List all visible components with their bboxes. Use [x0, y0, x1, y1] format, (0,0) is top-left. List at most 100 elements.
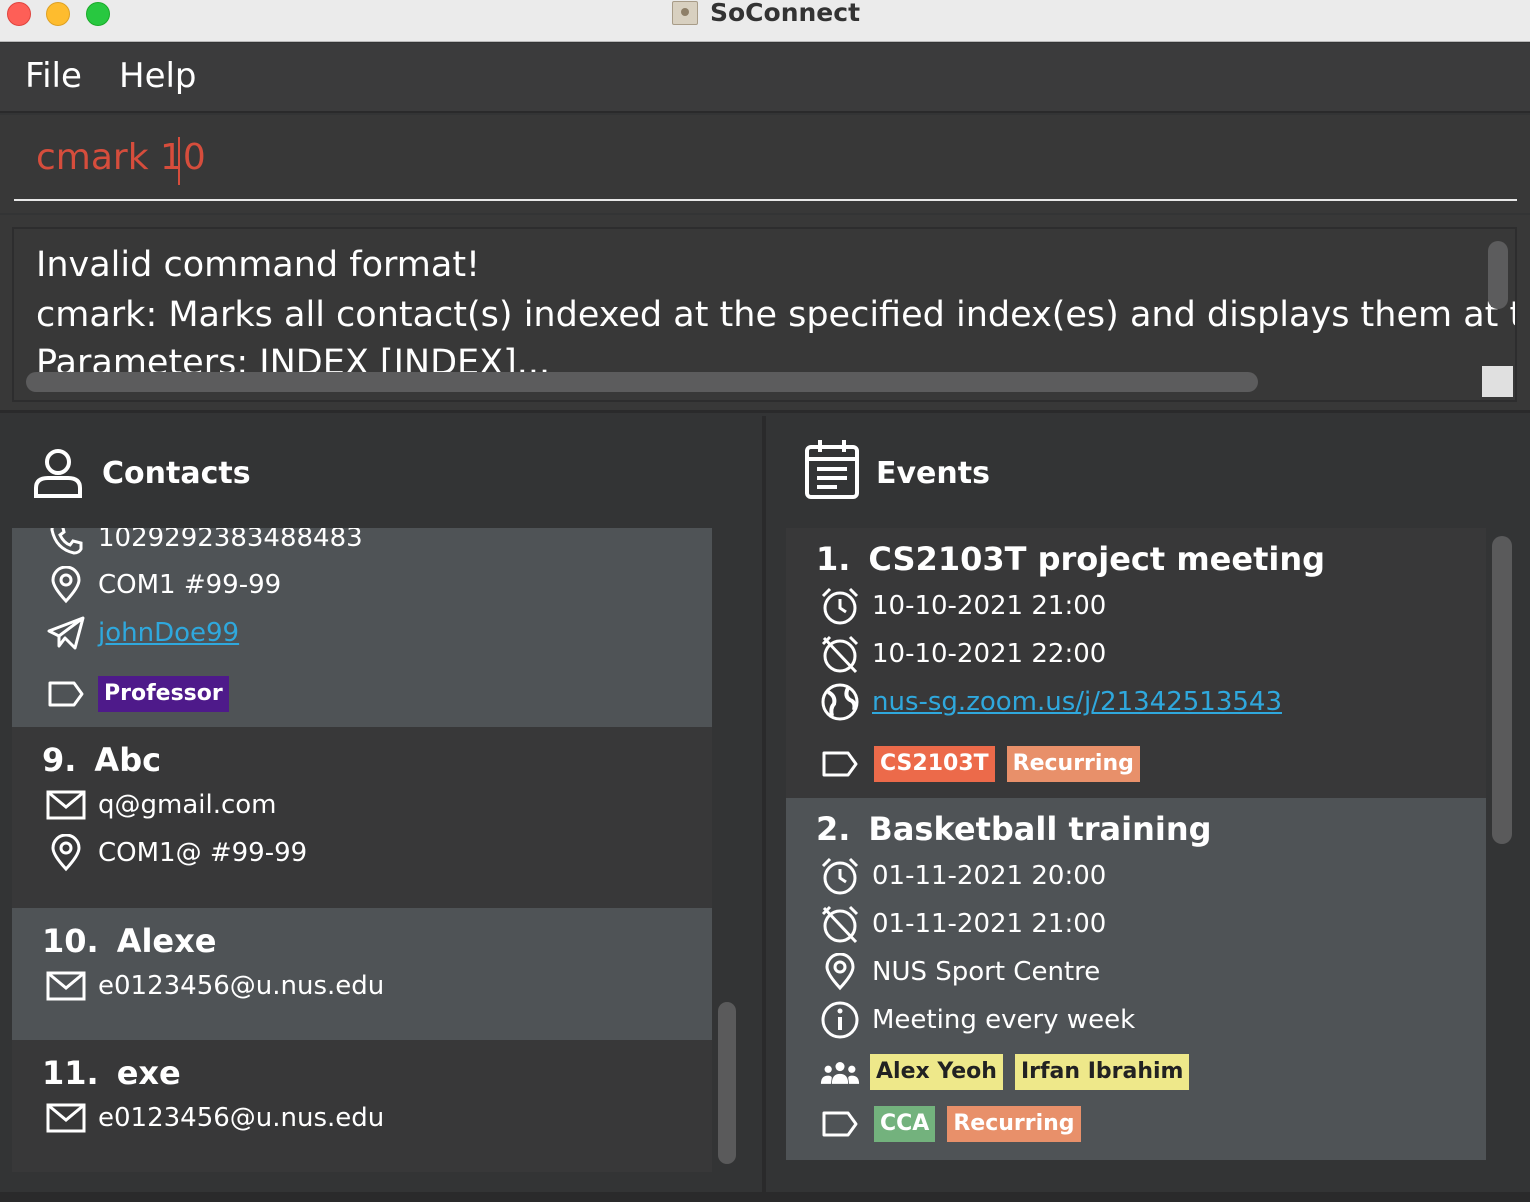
- window-title: SoConnect: [710, 0, 861, 27]
- command-box: [0, 115, 1530, 213]
- tag-recurring: Recurring: [947, 1106, 1081, 1142]
- event-start-time: 01-11-2021 20:00: [872, 861, 1107, 891]
- contact-name: Abc: [94, 741, 162, 779]
- phone-icon: [46, 528, 86, 558]
- events-title: Events: [876, 456, 990, 491]
- tag-cs2103t: CS2103T: [874, 746, 995, 782]
- contact-phone: 1029292383488483: [98, 528, 363, 553]
- contact-index: 10.: [42, 922, 99, 960]
- app-icon: [672, 1, 698, 25]
- calendar-icon: [804, 438, 860, 504]
- email-field: q@gmail.com: [46, 783, 277, 827]
- menu-help[interactable]: Help: [119, 56, 197, 96]
- tag-icon: [820, 1104, 860, 1144]
- event-index: 2.: [816, 810, 851, 848]
- globe-icon: [820, 682, 860, 722]
- event-end-time: 01-11-2021 21:00: [872, 909, 1107, 939]
- alarm-clock-icon: [820, 586, 860, 626]
- event-list-scrollbar[interactable]: [1492, 536, 1512, 844]
- event-participants-field: Alex Yeoh Irfan Ibrahim: [820, 1050, 1190, 1094]
- phone-field: 1029292383488483: [46, 528, 363, 560]
- zoom-window-button[interactable]: [86, 2, 110, 26]
- close-window-button[interactable]: [7, 2, 31, 26]
- contact-list-scrollbar[interactable]: [718, 1002, 736, 1164]
- contact-list[interactable]: 1029292383488483 COM1 #99-99 johnDoe99 P…: [12, 528, 712, 1172]
- event-description-field: Meeting every week: [820, 998, 1135, 1042]
- tag-icon: [46, 674, 86, 714]
- email-icon: [46, 966, 86, 1006]
- person-icon: [32, 446, 84, 502]
- event-name: CS2103T project meeting: [868, 540, 1326, 578]
- telegram-icon: [46, 613, 86, 653]
- alarm-off-icon: [820, 904, 860, 944]
- contact-name-row: 11. exe: [42, 1054, 181, 1092]
- event-description: Meeting every week: [872, 1005, 1136, 1035]
- contact-name: Alexe: [116, 922, 217, 960]
- result-vertical-scrollbar[interactable]: [1488, 241, 1508, 309]
- contact-card[interactable]: 10. Alexe e0123456@u.nus.edu: [12, 908, 712, 1040]
- event-end-time: 10-10-2021 22:00: [872, 639, 1107, 669]
- event-location-field: NUS Sport Centre: [820, 950, 1100, 994]
- event-tags-field: CS2103T Recurring: [820, 742, 1140, 786]
- text-caret: [178, 137, 180, 185]
- location-icon: [46, 565, 86, 605]
- contact-telegram-link[interactable]: johnDoe99: [98, 618, 239, 648]
- contact-card[interactable]: 1029292383488483 COM1 #99-99 johnDoe99 P…: [12, 528, 712, 727]
- event-start-time: 10-10-2021 21:00: [872, 591, 1107, 621]
- event-name-row: 2. Basketball training: [816, 810, 1212, 848]
- contacts-title: Contacts: [102, 456, 251, 491]
- event-location: NUS Sport Centre: [872, 957, 1101, 987]
- email-field: e0123456@u.nus.edu: [46, 964, 384, 1008]
- event-list[interactable]: 1. CS2103T project meeting 10-10-2021 21:…: [786, 528, 1486, 1188]
- event-name: Basketball training: [868, 810, 1212, 848]
- event-end-field: 01-11-2021 21:00: [820, 902, 1106, 946]
- group-icon: [820, 1052, 860, 1092]
- email-icon: [46, 785, 86, 825]
- event-card[interactable]: 1. CS2103T project meeting 10-10-2021 21:…: [786, 528, 1486, 798]
- location-icon: [820, 952, 860, 992]
- minimize-window-button[interactable]: [46, 2, 70, 26]
- contact-address: COM1@ #99-99: [98, 838, 308, 868]
- email-icon: [46, 1098, 86, 1138]
- contact-name: exe: [116, 1054, 181, 1092]
- event-end-field: 10-10-2021 22:00: [820, 632, 1106, 676]
- address-field: COM1 #99-99: [46, 563, 281, 607]
- participant-chip: Alex Yeoh: [870, 1054, 1003, 1090]
- contact-card[interactable]: 11. exe e0123456@u.nus.edu: [12, 1040, 712, 1172]
- contact-address: COM1 #99-99: [98, 570, 282, 600]
- event-card[interactable]: 2. Basketball training 01-11-2021 20:00 0…: [786, 798, 1486, 1160]
- tags-field: Professor: [46, 672, 229, 716]
- alarm-off-icon: [820, 634, 860, 674]
- contact-name-row: 10. Alexe: [42, 922, 216, 960]
- alarm-clock-icon: [820, 856, 860, 896]
- tag-icon: [820, 744, 860, 784]
- participant-chip: Irfan Ibrahim: [1014, 1054, 1190, 1090]
- contact-email: q@gmail.com: [98, 790, 277, 820]
- event-start-field: 10-10-2021 21:00: [820, 584, 1106, 628]
- contact-email: e0123456@u.nus.edu: [98, 1103, 385, 1133]
- result-horizontal-scrollbar[interactable]: [26, 372, 1258, 392]
- contact-index: 9.: [42, 741, 77, 779]
- event-tags-field: CCA Recurring: [820, 1102, 1081, 1146]
- command-input[interactable]: [14, 115, 1517, 201]
- contact-email: e0123456@u.nus.edu: [98, 971, 385, 1001]
- contact-card[interactable]: 9. Abc q@gmail.com COM1@ #99-99: [12, 727, 712, 908]
- event-index: 1.: [816, 540, 851, 578]
- event-start-field: 01-11-2021 20:00: [820, 854, 1106, 898]
- result-display[interactable]: Invalid command format! cmark: Marks all…: [12, 227, 1517, 402]
- info-icon: [820, 1000, 860, 1040]
- event-name-row: 1. CS2103T project meeting: [816, 540, 1325, 578]
- tag-professor: Professor: [98, 676, 229, 712]
- result-line: cmark: Marks all contact(s) indexed at t…: [36, 295, 1515, 335]
- window-titlebar: SoConnect: [0, 0, 1530, 42]
- contact-name-row: 9. Abc: [42, 741, 161, 779]
- tag-recurring: Recurring: [1006, 746, 1140, 782]
- telegram-field: johnDoe99: [46, 611, 239, 655]
- menu-bar: File Help: [0, 43, 1530, 113]
- status-bar: [0, 1192, 1530, 1202]
- events-panel: Events 1. CS2103T project meeting 10-10-2…: [766, 416, 1530, 1192]
- event-zoom-link[interactable]: nus-sg.zoom.us/j/21342513543: [872, 687, 1282, 717]
- menu-file[interactable]: File: [25, 56, 82, 96]
- result-display-area: Invalid command format! cmark: Marks all…: [0, 215, 1530, 413]
- scroll-corner: [1482, 366, 1513, 397]
